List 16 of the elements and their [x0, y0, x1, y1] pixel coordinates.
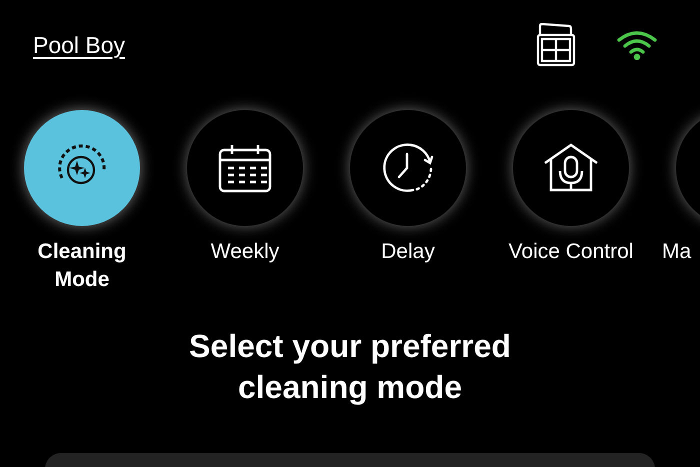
mode-button[interactable]	[24, 110, 140, 226]
clock-icon	[381, 142, 435, 194]
calendar-icon	[218, 143, 272, 193]
house-microphone-icon	[543, 143, 599, 193]
mode-button[interactable]	[187, 110, 303, 226]
mode-label: Weekly	[210, 239, 280, 265]
section-heading: Select your preferred cleaning mode	[188, 327, 512, 407]
mode-button[interactable]	[350, 110, 466, 226]
mode-button[interactable]	[513, 110, 629, 226]
mode-label: Voice Control	[508, 239, 634, 265]
mode-label: Delay	[380, 239, 436, 265]
app-title[interactable]: Pool Boy	[33, 28, 126, 62]
mode-label: Cleaning Mode	[36, 239, 128, 293]
wifi-icon	[616, 30, 658, 60]
pool-cleaner-icon[interactable]	[536, 23, 576, 67]
mode-label: Ma	[662, 239, 692, 265]
